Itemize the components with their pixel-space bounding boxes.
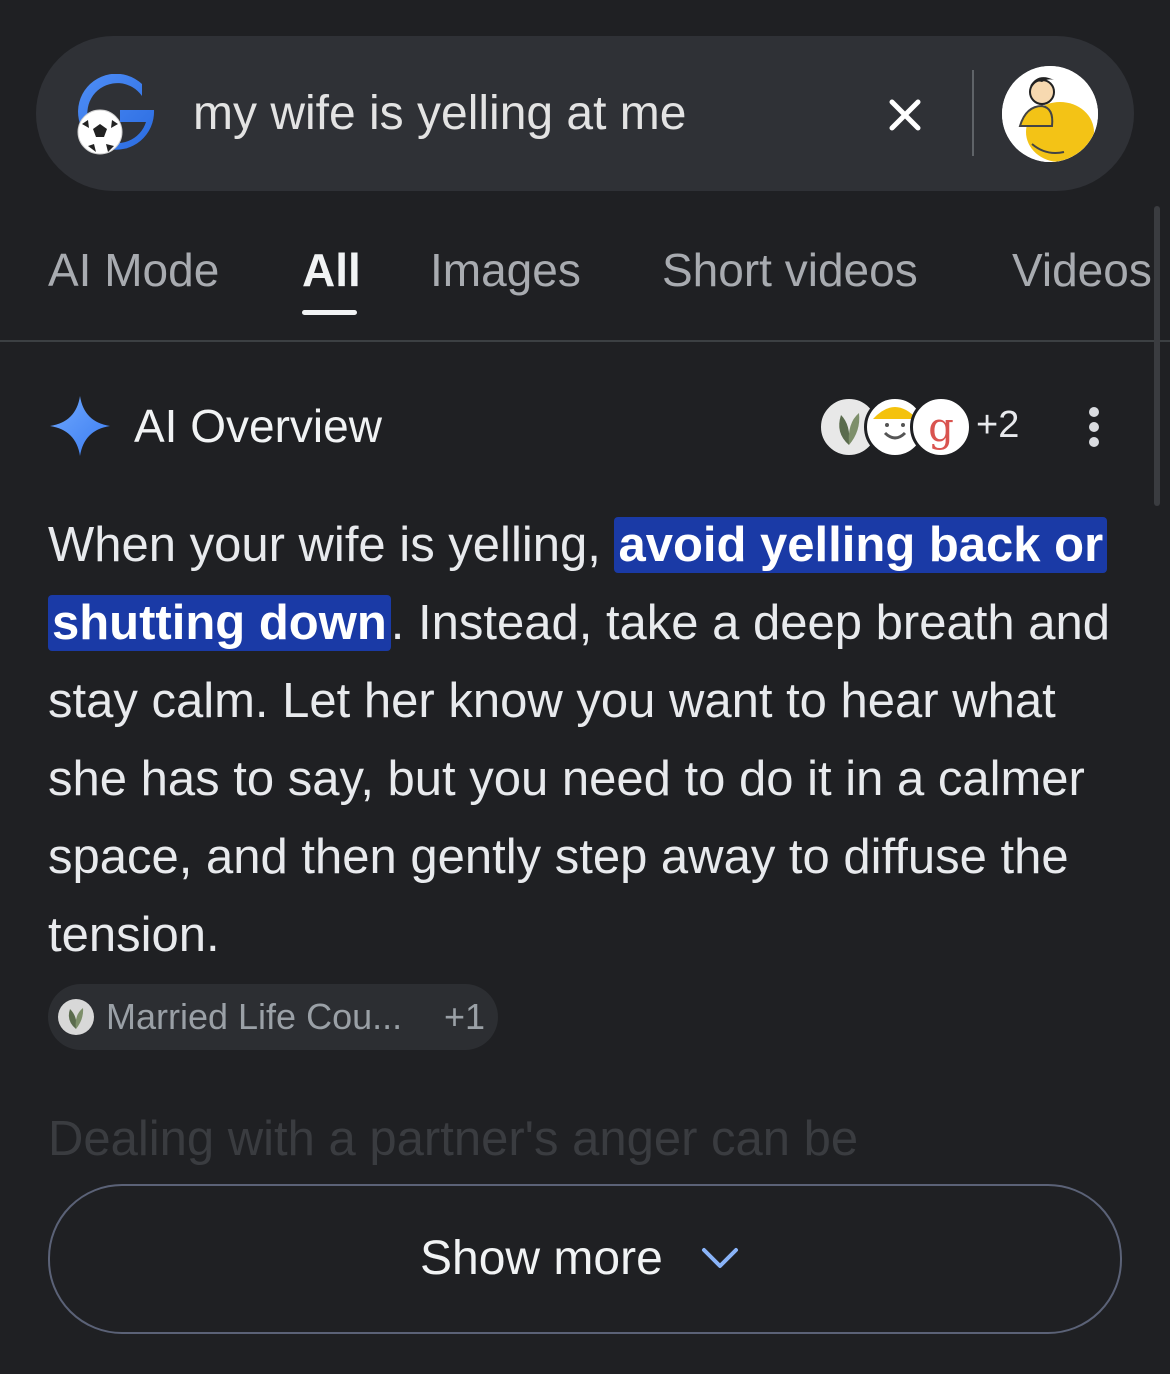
chevron-down-icon xyxy=(700,1242,740,1274)
scrollbar[interactable] xyxy=(1154,206,1160,506)
source-favicons[interactable]: g xyxy=(818,396,972,458)
tab-ai-mode[interactable]: AI Mode xyxy=(48,242,219,298)
citation-label: Married Life Cou... xyxy=(106,996,403,1037)
sparkle-icon xyxy=(48,394,112,458)
active-tab-indicator xyxy=(302,310,357,315)
close-icon[interactable] xyxy=(882,92,928,138)
search-bar[interactable]: my wife is yelling at me xyxy=(36,36,1134,191)
ai-overview-header: AI Overview g +2 xyxy=(48,390,1128,462)
profile-avatar[interactable] xyxy=(1002,66,1098,162)
show-more-button[interactable]: Show more xyxy=(48,1184,1122,1334)
sources-count[interactable]: +2 xyxy=(976,402,1019,448)
tab-images[interactable]: Images xyxy=(430,242,581,298)
search-bar-divider xyxy=(972,70,974,156)
answer-lead: When your wife is yelling, xyxy=(48,518,615,572)
tabs-divider xyxy=(0,340,1170,342)
ai-overview-answer: When your wife is yelling, avoid yelling… xyxy=(48,506,1128,974)
leaf-citation-icon xyxy=(58,999,94,1035)
citation-extra-count: +1 xyxy=(444,996,486,1037)
more-vert-icon[interactable] xyxy=(1082,404,1106,452)
ai-overview-title: AI Overview xyxy=(134,400,382,452)
tab-videos[interactable]: Videos xyxy=(1012,242,1152,298)
g-source-icon: g xyxy=(910,396,972,458)
svg-text:g: g xyxy=(928,405,954,451)
faded-preview-text: Dealing with a partner's anger can be xyxy=(48,1112,859,1166)
google-logo-icon[interactable] xyxy=(76,73,156,158)
tab-all[interactable]: All xyxy=(302,242,361,298)
citation-chip[interactable]: Married Life Cou... +1 xyxy=(48,984,498,1050)
search-tabs: AI Mode All Images Short videos Videos xyxy=(0,230,1170,342)
search-input[interactable]: my wife is yelling at me xyxy=(193,84,686,144)
tab-short-videos[interactable]: Short videos xyxy=(662,242,918,298)
show-more-label: Show more xyxy=(420,1232,663,1285)
